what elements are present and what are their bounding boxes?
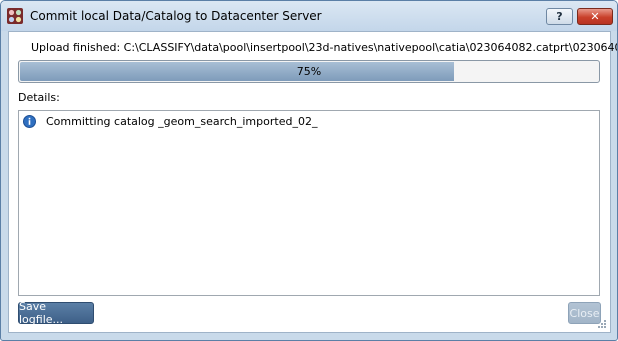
dialog-content: Upload finished: C:\CLASSIFY\data\pool\i… xyxy=(8,31,617,333)
help-button[interactable]: ? xyxy=(546,8,573,25)
close-icon: ✕ xyxy=(590,10,600,23)
log-entry: Committing catalog _geom_search_imported… xyxy=(23,115,317,128)
title-bar[interactable]: Commit local Data/Catalog to Datacenter … xyxy=(1,1,617,31)
save-logfile-button[interactable]: Save logfile... xyxy=(18,300,94,326)
log-entry-text: Committing catalog _geom_search_imported… xyxy=(46,115,318,128)
window-title: Commit local Data/Catalog to Datacenter … xyxy=(30,9,322,23)
dialog-window: Commit local Data/Catalog to Datacenter … xyxy=(0,0,618,341)
info-icon xyxy=(23,115,36,128)
details-log[interactable]: Committing catalog _geom_search_imported… xyxy=(18,110,600,296)
window-close-button[interactable]: ✕ xyxy=(577,8,613,25)
app-icon xyxy=(7,8,23,24)
resize-grip-icon[interactable] xyxy=(597,319,607,329)
progress-label: 75% xyxy=(296,65,322,78)
help-icon: ? xyxy=(556,10,563,23)
details-label: Details: xyxy=(18,91,60,104)
upload-status: Upload finished: C:\CLASSIFY\data\pool\i… xyxy=(31,41,618,54)
progress-bar: 75% xyxy=(18,60,600,83)
